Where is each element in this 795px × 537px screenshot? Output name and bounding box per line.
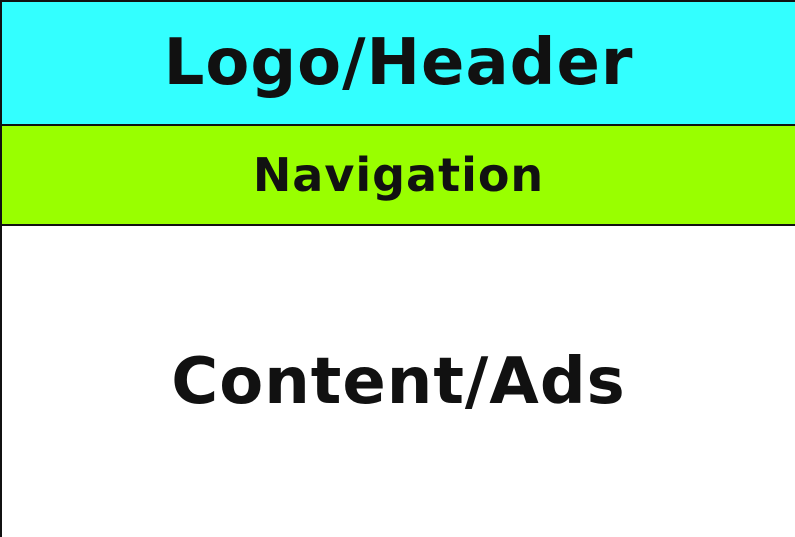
navigation-label: Navigation (252, 148, 545, 202)
header-label: Logo/Header (163, 26, 634, 100)
header-block: Logo/Header (2, 2, 795, 126)
layout-diagram: Logo/Header Navigation Content/Ads (0, 0, 795, 537)
content-label: Content/Ads (171, 344, 626, 419)
content-block: Content/Ads (2, 226, 795, 537)
navigation-block: Navigation (2, 126, 795, 226)
